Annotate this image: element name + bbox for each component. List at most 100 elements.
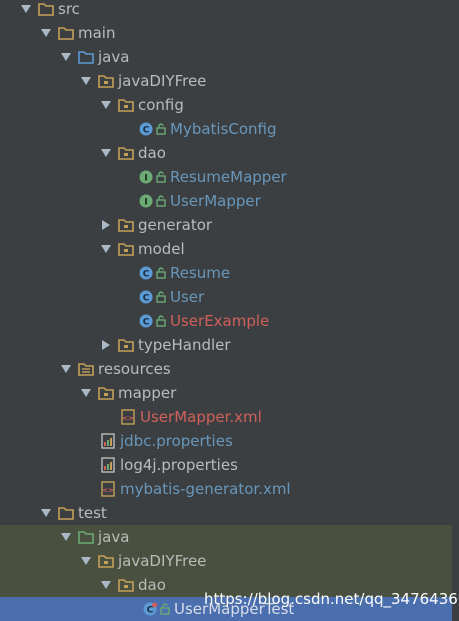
tree-item-resources[interactable]: resources	[0, 357, 459, 381]
resources-folder-icon	[78, 361, 94, 377]
tree-item-model[interactable]: model	[0, 237, 459, 261]
chevron-down-icon[interactable]	[100, 573, 112, 597]
chevron-right-icon[interactable]	[100, 213, 112, 237]
package-icon	[118, 577, 134, 593]
project-tree: src main java javaDIYFree config C Mybat…	[0, 0, 459, 621]
tree-item-test[interactable]: test	[0, 501, 459, 525]
class-icon: C	[138, 121, 154, 137]
properties-file-icon	[100, 457, 116, 473]
tree-item-test-java[interactable]: java	[0, 525, 452, 549]
tree-item-resumemapper[interactable]: I ResumeMapper	[0, 165, 459, 189]
tree-item-label: main	[78, 24, 116, 42]
tree-item-label: UserExample	[170, 312, 270, 330]
chevron-down-icon[interactable]	[60, 45, 72, 69]
chevron-down-icon[interactable]	[80, 69, 92, 93]
folder-icon	[58, 25, 74, 41]
test-source-folder-icon	[78, 529, 94, 545]
tree-item-config[interactable]: config	[0, 93, 459, 117]
tree-item-mapper[interactable]: mapper	[0, 381, 459, 405]
folder-icon	[98, 385, 114, 401]
folder-icon	[38, 1, 54, 17]
tree-item-label: Resume	[170, 264, 231, 282]
svg-text:C: C	[143, 294, 150, 304]
svg-text:C: C	[147, 606, 154, 616]
chevron-down-icon[interactable]	[40, 501, 52, 525]
package-icon	[118, 337, 134, 353]
tree-item-label: test	[78, 504, 107, 522]
tree-item-generator[interactable]: generator	[0, 213, 459, 237]
source-folder-icon	[78, 49, 94, 65]
chevron-down-icon[interactable]	[60, 357, 72, 381]
tree-item-label: config	[138, 96, 184, 114]
tree-item-dao[interactable]: dao	[0, 141, 459, 165]
lock-icon	[156, 123, 166, 135]
tree-item-typehandler[interactable]: typeHandler	[0, 333, 459, 357]
class-icon: C	[138, 313, 154, 329]
tree-item-userexample[interactable]: C UserExample	[0, 309, 459, 333]
package-icon	[98, 73, 114, 89]
tree-item-resume[interactable]: C Resume	[0, 261, 459, 285]
tree-item-label: typeHandler	[138, 336, 231, 354]
tree-item-label: javaDIYFree	[118, 72, 207, 90]
lock-icon	[156, 171, 166, 183]
package-icon	[118, 217, 134, 233]
tree-item-mybatisconfig[interactable]: C MybatisConfig	[0, 117, 459, 141]
chevron-down-icon[interactable]	[100, 93, 112, 117]
tree-item-label: UserMapper.xml	[140, 408, 262, 426]
lock-icon	[156, 291, 166, 303]
folder-icon	[58, 505, 74, 521]
tree-item-label: MybatisConfig	[170, 120, 277, 138]
tree-item-label: generator	[138, 216, 213, 234]
svg-text:C: C	[143, 318, 150, 328]
tree-item-label: dao	[138, 144, 166, 162]
tree-item-label: model	[138, 240, 185, 258]
tree-item-jdbc-properties[interactable]: jdbc.properties	[0, 429, 459, 453]
chevron-down-icon[interactable]	[100, 237, 112, 261]
tree-item-label: java	[98, 528, 130, 546]
tree-item-src[interactable]: src	[0, 0, 459, 21]
tree-item-label: src	[58, 0, 80, 18]
chevron-down-icon[interactable]	[20, 0, 32, 21]
tree-item-test-javadiyfree[interactable]: javaDIYFree	[0, 549, 452, 573]
tree-item-user[interactable]: C User	[0, 285, 459, 309]
tree-item-label: mapper	[118, 384, 177, 402]
chevron-right-icon[interactable]	[100, 333, 112, 357]
test-class-icon: C	[142, 601, 158, 617]
svg-text:I: I	[144, 174, 147, 184]
svg-text:C: C	[143, 270, 150, 280]
tree-item-label: javaDIYFree	[118, 552, 207, 570]
tree-item-log4j-properties[interactable]: log4j.properties	[0, 453, 459, 477]
lock-icon	[160, 603, 170, 615]
tree-item-main[interactable]: main	[0, 21, 459, 45]
tree-item-label: mybatis-generator.xml	[120, 480, 291, 498]
package-icon	[118, 241, 134, 257]
tree-item-label: UserMapper	[170, 192, 261, 210]
chevron-down-icon[interactable]	[80, 381, 92, 405]
svg-text:C: C	[143, 126, 150, 136]
tree-item-label: dao	[138, 576, 166, 594]
interface-icon: I	[138, 169, 154, 185]
package-icon	[98, 553, 114, 569]
chevron-down-icon[interactable]	[60, 525, 72, 549]
scrollbar-track[interactable]	[452, 0, 459, 619]
tree-item-usermapper[interactable]: I UserMapper	[0, 189, 459, 213]
properties-file-icon	[100, 433, 116, 449]
tree-item-label: User	[170, 288, 205, 306]
tree-item-usermapper-xml[interactable]: <> UserMapper.xml	[0, 405, 459, 429]
chevron-down-icon[interactable]	[100, 141, 112, 165]
tree-item-label: log4j.properties	[120, 456, 238, 474]
xml-file-icon: <>	[100, 481, 116, 497]
package-icon	[118, 97, 134, 113]
lock-icon	[156, 315, 166, 327]
tree-item-mybatis-generator-xml[interactable]: <> mybatis-generator.xml	[0, 477, 459, 501]
tree-item-label: jdbc.properties	[120, 432, 233, 450]
package-icon	[118, 145, 134, 161]
chevron-down-icon[interactable]	[80, 549, 92, 573]
tree-item-javadiyfree[interactable]: javaDIYFree	[0, 69, 459, 93]
chevron-down-icon[interactable]	[40, 21, 52, 45]
svg-text:I: I	[144, 198, 147, 208]
tree-item-java[interactable]: java	[0, 45, 459, 69]
tree-item-label: resources	[98, 360, 171, 378]
lock-icon	[156, 195, 166, 207]
interface-icon: I	[138, 193, 154, 209]
